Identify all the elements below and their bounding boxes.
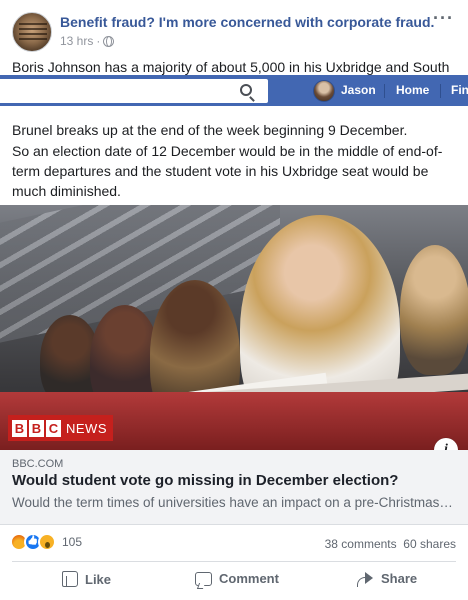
more-options-icon[interactable]: ··· — [433, 8, 454, 29]
page-name-link[interactable]: Benefit fraud? I'm more concerned with c… — [60, 14, 434, 30]
find-friends-link[interactable]: Fin — [451, 83, 468, 97]
post-meta: 13 hrs · — [60, 34, 115, 48]
actions-divider — [12, 561, 456, 562]
link-title[interactable]: Would student vote go missing in Decembe… — [12, 472, 398, 489]
post-header: Benefit fraud? I'm more concerned with c… — [0, 0, 468, 56]
user-avatar[interactable] — [313, 80, 335, 102]
like-label: Like — [85, 571, 112, 587]
like-button[interactable]: Like — [62, 571, 111, 587]
bar-divider — [384, 84, 385, 98]
bbc-block: B — [12, 419, 27, 437]
bar-divider — [440, 84, 441, 98]
search-input[interactable] — [0, 79, 268, 103]
reaction-count: 105 — [62, 535, 83, 549]
thumbs-up-icon — [62, 571, 78, 587]
post-text-line: Brunel breaks up at the end of the week … — [12, 122, 408, 138]
facebook-top-bar: Jason Home Fin — [0, 75, 468, 106]
bbc-news-logo: B B C NEWS — [8, 415, 113, 441]
comment-icon — [195, 571, 212, 586]
globe-icon[interactable] — [103, 35, 115, 47]
link-preview-image[interactable] — [0, 205, 468, 450]
link-preview-box[interactable]: BBC.COM Would student vote go missing in… — [0, 450, 468, 525]
profile-link[interactable]: Jason — [341, 83, 376, 97]
comments-count[interactable]: 38 comments — [325, 537, 397, 551]
post-text-paragraph: So an election date of 12 December would… — [12, 140, 456, 201]
share-label: Share — [381, 571, 418, 586]
meta-separator: · — [96, 34, 101, 48]
bbc-block: C — [46, 419, 61, 437]
page-avatar[interactable] — [12, 12, 52, 52]
engagement-counts: 38 comments 60 shares — [325, 537, 456, 551]
home-link[interactable]: Home — [396, 83, 429, 97]
student-figure — [400, 245, 468, 375]
post-timestamp[interactable]: 13 hrs — [60, 34, 93, 48]
link-description: Would the term times of universities hav… — [12, 495, 453, 510]
reactions-summary[interactable]: 105 — [10, 533, 82, 551]
link-domain: BBC.COM — [12, 458, 64, 470]
comment-button[interactable]: Comment — [195, 571, 279, 586]
share-icon — [356, 571, 374, 587]
wow-icon — [38, 533, 56, 551]
post-paragraph: So an election date of 12 December would… — [12, 143, 443, 199]
share-button[interactable]: Share — [356, 571, 418, 587]
bbc-news-label: NEWS — [66, 420, 107, 436]
bbc-block: B — [29, 419, 44, 437]
comment-label: Comment — [219, 571, 279, 586]
shares-count[interactable]: 60 shares — [403, 537, 456, 551]
search-icon[interactable] — [240, 84, 252, 96]
